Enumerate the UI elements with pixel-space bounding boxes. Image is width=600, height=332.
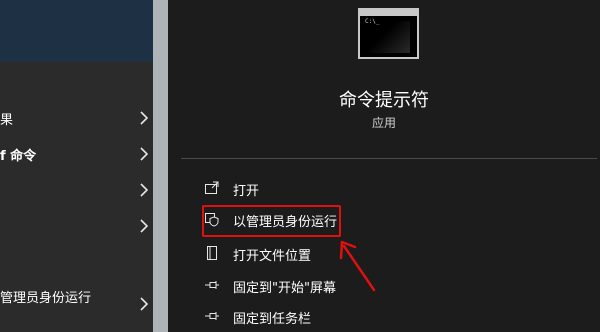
file-location-icon bbox=[204, 245, 220, 261]
screen-glow bbox=[366, 21, 410, 53]
pane-divider bbox=[153, 0, 168, 332]
chevron-right-icon[interactable] bbox=[138, 182, 150, 198]
pin-icon bbox=[204, 308, 220, 324]
action-label: 打开 bbox=[233, 184, 260, 199]
result-label: 管理员身份运行 bbox=[0, 291, 92, 306]
search-results-pane: 果 f 命令 管理员身份运行 bbox=[0, 0, 153, 332]
action-pin-to-taskbar[interactable]: 固定到任务栏 bbox=[198, 305, 398, 327]
result-label: f 命令 bbox=[0, 149, 37, 164]
chevron-right-icon[interactable] bbox=[138, 218, 150, 234]
action-label: 固定到"开始"屏幕 bbox=[233, 281, 336, 296]
annotation-arrow-icon bbox=[339, 240, 376, 292]
pin-icon bbox=[204, 277, 220, 293]
command-prompt-icon: C:\_ bbox=[358, 8, 419, 59]
app-name: 命令提示符 bbox=[339, 90, 429, 111]
app-type: 应用 bbox=[371, 116, 396, 130]
divider bbox=[181, 158, 597, 159]
annotation-highlight-box bbox=[202, 205, 341, 237]
result-row[interactable]: f 命令 bbox=[0, 142, 153, 166]
best-match-highlight bbox=[0, 0, 153, 62]
result-row[interactable]: 果 bbox=[0, 106, 153, 130]
chevron-right-icon[interactable] bbox=[138, 296, 150, 312]
result-row[interactable] bbox=[0, 214, 153, 238]
result-label: 果 bbox=[0, 113, 14, 128]
action-label: 固定到任务栏 bbox=[233, 312, 312, 327]
start-menu-search: 果 f 命令 管理员身份运行 命令提示符 应用 打开 以管理员身份运行 打开文件… bbox=[0, 0, 600, 332]
chevron-right-icon[interactable] bbox=[138, 110, 150, 126]
result-row[interactable] bbox=[0, 178, 153, 202]
app-details-pane: C:\_ 命令提示符 应用 打开 以管理员身 bbox=[168, 0, 600, 332]
chevron-right-icon[interactable] bbox=[138, 146, 150, 162]
result-row[interactable]: 管理员身份运行 bbox=[0, 284, 153, 311]
open-icon bbox=[204, 180, 220, 196]
action-label: 打开文件位置 bbox=[233, 249, 312, 264]
title-bar bbox=[360, 10, 417, 16]
action-open[interactable]: 打开 bbox=[198, 177, 398, 199]
